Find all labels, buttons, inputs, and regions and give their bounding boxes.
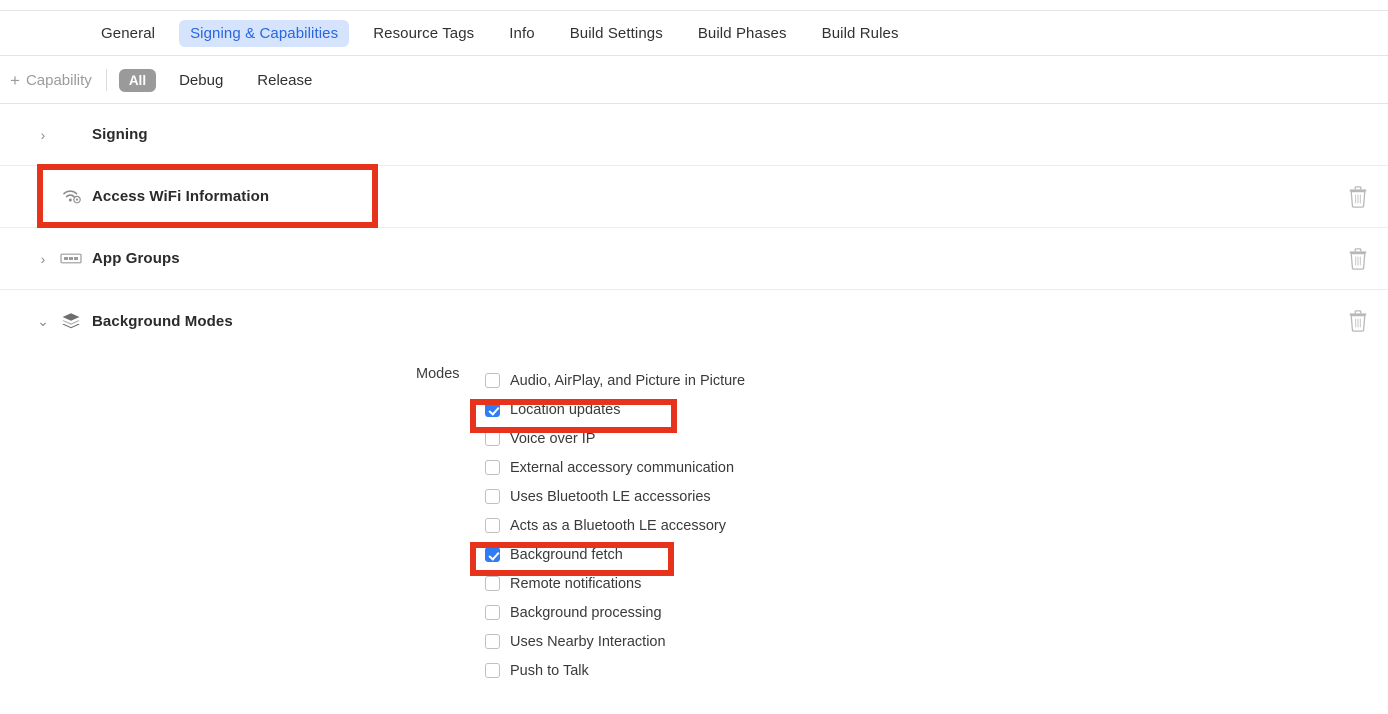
modes-section-label: Modes xyxy=(416,366,460,382)
tab-resource-tags[interactable]: Resource Tags xyxy=(362,20,485,47)
mode-label: Background processing xyxy=(510,604,662,621)
capability-title-access-wifi-information: Access WiFi Information xyxy=(92,188,270,205)
filter-all[interactable]: All xyxy=(118,68,157,92)
mode-item-audio-airplay-picture-in-picture[interactable]: Audio, AirPlay, and Picture in Picture xyxy=(485,366,1388,395)
mode-label: Audio, AirPlay, and Picture in Picture xyxy=(510,372,746,389)
capability-title-signing: Signing xyxy=(92,126,148,143)
mode-item-background-fetch[interactable]: Background fetch xyxy=(485,540,1388,569)
disclosure-chevron-icon[interactable]: › xyxy=(36,252,50,266)
capability-title-app-groups: App Groups xyxy=(92,250,180,267)
plus-icon: + xyxy=(10,70,20,90)
capability-row-app-groups[interactable]: › App Groups xyxy=(0,228,1388,290)
background-modes-section: Modes Audio, AirPlay, and Picture in Pic… xyxy=(0,352,1388,685)
checkbox-uses-nearby-interaction[interactable] xyxy=(485,634,500,649)
checkbox-external-accessory-communication[interactable] xyxy=(485,460,500,475)
mode-item-location-updates[interactable]: Location updates xyxy=(485,395,1388,424)
mode-item-push-to-talk[interactable]: Push to Talk xyxy=(485,656,1388,685)
checkbox-audio-airplay-picture-in-picture[interactable] xyxy=(485,373,500,388)
mode-item-background-processing[interactable]: Background processing xyxy=(485,598,1388,627)
mode-item-uses-nearby-interaction[interactable]: Uses Nearby Interaction xyxy=(485,627,1388,656)
filter-release[interactable]: Release xyxy=(246,69,323,92)
mode-label: Background fetch xyxy=(510,546,623,563)
mode-label: Acts as a Bluetooth LE accessory xyxy=(510,517,726,534)
mode-label: Uses Bluetooth LE accessories xyxy=(510,488,711,505)
mode-item-remote-notifications[interactable]: Remote notifications xyxy=(485,569,1388,598)
wifi-icon xyxy=(58,189,84,204)
delete-capability-icon-app-groups[interactable] xyxy=(1348,247,1368,270)
app-groups-icon xyxy=(58,252,84,265)
checkbox-acts-as-a-bluetooth-le-accessory[interactable] xyxy=(485,518,500,533)
tab-build-phases[interactable]: Build Phases xyxy=(687,20,798,47)
mode-label: Push to Talk xyxy=(510,662,589,679)
tab-build-settings[interactable]: Build Settings xyxy=(559,20,674,47)
background-modes-checkbox-list: Audio, AirPlay, and Picture in Picture L… xyxy=(485,366,1388,685)
mode-item-external-accessory-communication[interactable]: External accessory communication xyxy=(485,453,1388,482)
mode-label: Remote notifications xyxy=(510,575,642,592)
mode-label: Uses Nearby Interaction xyxy=(510,633,666,650)
capability-list: › Signing › Access WiFi Information xyxy=(0,104,1388,685)
editor-tab-bar: General Signing & Capabilities Resource … xyxy=(0,10,1388,56)
checkbox-push-to-talk[interactable] xyxy=(485,663,500,678)
checkbox-background-fetch[interactable] xyxy=(485,547,500,562)
filter-debug[interactable]: Debug xyxy=(168,69,234,92)
capability-title-background-modes: Background Modes xyxy=(92,312,233,330)
disclosure-chevron-icon[interactable]: ⌄ xyxy=(36,314,50,328)
mode-label: Voice over IP xyxy=(510,430,596,447)
checkbox-uses-bluetooth-le-accessories[interactable] xyxy=(485,489,500,504)
checkbox-remote-notifications[interactable] xyxy=(485,576,500,591)
add-capability-button[interactable]: + Capability xyxy=(10,72,92,89)
checkbox-location-updates[interactable] xyxy=(485,402,500,417)
checkbox-background-processing[interactable] xyxy=(485,605,500,620)
checkbox-voice-over-ip[interactable] xyxy=(485,431,500,446)
layers-icon xyxy=(58,312,84,330)
capability-row-signing[interactable]: › Signing xyxy=(0,104,1388,166)
disclosure-chevron-icon[interactable]: › xyxy=(36,128,50,142)
toolbar-divider xyxy=(105,69,107,91)
mode-label: Location updates xyxy=(510,401,621,418)
tab-build-rules[interactable]: Build Rules xyxy=(811,20,910,47)
mode-label: External accessory communication xyxy=(510,459,735,476)
delete-capability-icon-access-wifi[interactable] xyxy=(1348,185,1368,208)
mode-item-voice-over-ip[interactable]: Voice over IP xyxy=(485,424,1388,453)
tab-info[interactable]: Info xyxy=(498,20,545,47)
tab-signing-and-capabilities[interactable]: Signing & Capabilities xyxy=(179,19,350,47)
capability-row-background-modes[interactable]: ⌄ Background Modes xyxy=(0,290,1388,352)
mode-item-acts-as-a-bluetooth-le-accessory[interactable]: Acts as a Bluetooth LE accessory xyxy=(485,511,1388,540)
mode-item-uses-bluetooth-le-accessories[interactable]: Uses Bluetooth LE accessories xyxy=(485,482,1388,511)
tab-general[interactable]: General xyxy=(90,20,166,47)
capability-toolbar: + Capability All Debug Release xyxy=(0,57,1388,104)
add-capability-label: Capability xyxy=(25,71,92,89)
capability-row-access-wifi-information[interactable]: › Access WiFi Information xyxy=(0,166,1388,228)
delete-capability-icon-background-modes[interactable] xyxy=(1348,310,1368,332)
disclosure-chevron-placeholder: › xyxy=(36,190,50,204)
